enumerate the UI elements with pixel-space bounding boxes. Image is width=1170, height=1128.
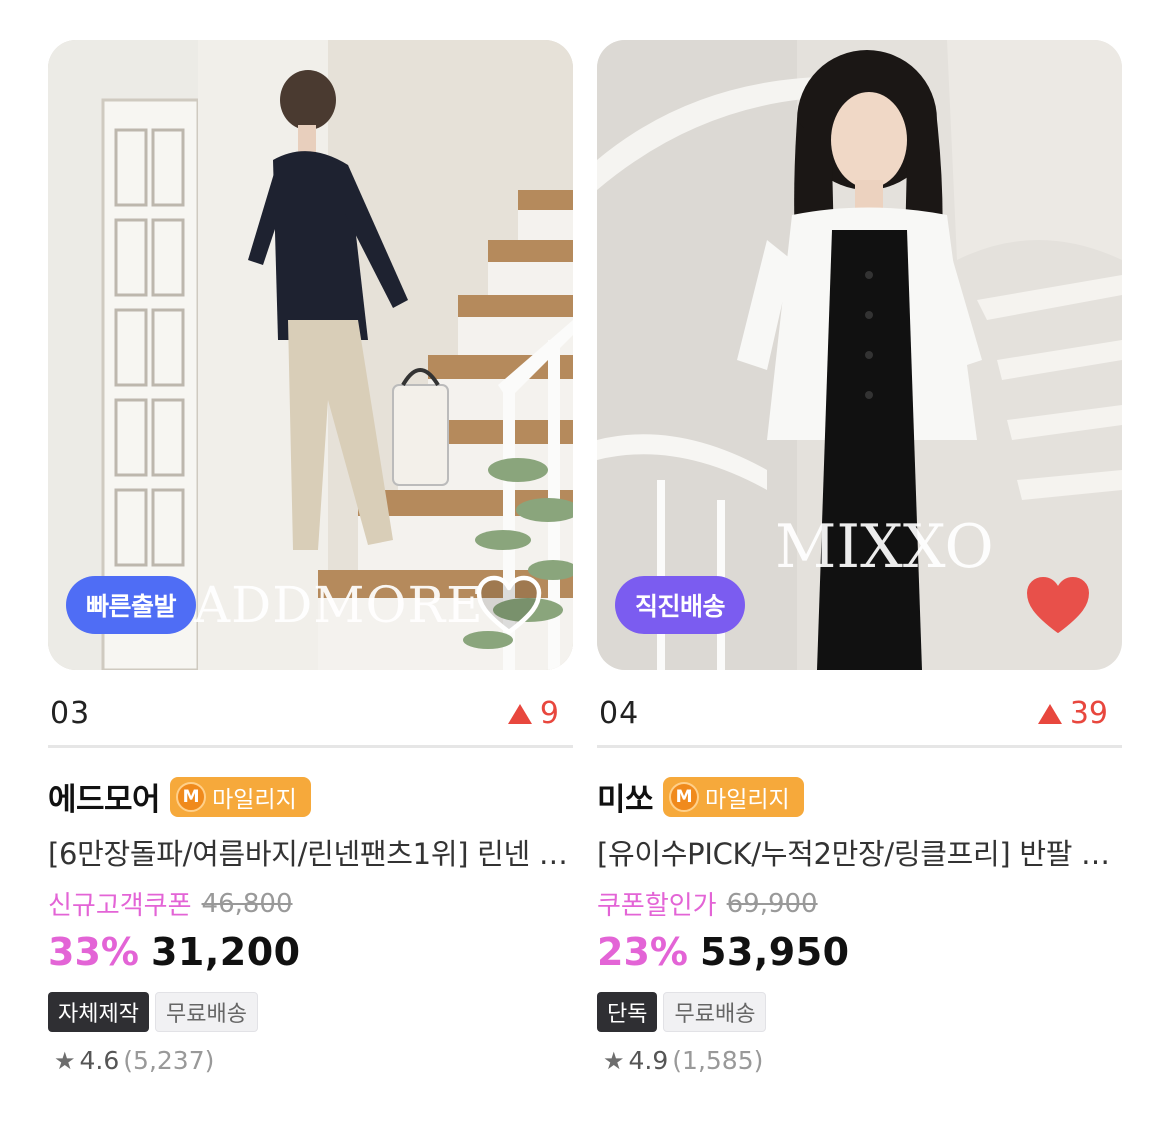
original-price: 69,900 — [726, 888, 818, 919]
mileage-label: 마일리지 — [212, 786, 297, 813]
mileage-badge: M 마일리지 — [663, 776, 804, 817]
final-price: 53,950 — [699, 930, 850, 974]
rank-change-value: 39 — [1069, 696, 1108, 731]
star-icon: ★ — [54, 1046, 76, 1075]
star-icon: ★ — [603, 1046, 625, 1075]
product-card-2[interactable]: MIXXO 직진배송 04 39 미쏘 M 마일리지 [유이수PICK/누적2만… — [597, 40, 1122, 1100]
direct-shipping-badge: 직진배송 — [615, 576, 746, 634]
rating-value: 4.6 — [79, 1046, 120, 1075]
brand-name[interactable]: 미쏘 — [597, 774, 654, 819]
brand-row: 미쏘 M 마일리지 — [597, 774, 1122, 819]
final-price: 31,200 — [150, 930, 301, 974]
triangle-up-icon — [507, 703, 532, 724]
rank-number: 03 — [50, 696, 91, 731]
rank-change-value: 9 — [539, 696, 559, 731]
coupon-label: 쿠폰할인가 — [597, 891, 717, 921]
brand-watermark: MIXXO — [775, 512, 994, 582]
rank-change: 39 — [1037, 696, 1108, 731]
product-image[interactable]: ADDMORE 빠른출발 — [48, 40, 573, 670]
price-row: 23% 53,950 — [597, 930, 1122, 974]
price-row: 33% 31,200 — [48, 930, 573, 974]
coupon-row: 신규고객쿠폰 46,800 — [48, 885, 573, 922]
review-count: (1,585) — [672, 1046, 764, 1075]
rank-row: 04 39 — [597, 670, 1122, 748]
brand-row: 에드모어 M 마일리지 — [48, 774, 573, 819]
tag-list: 자체제작 무료배송 — [48, 992, 573, 1032]
mileage-coin-icon: M — [176, 781, 207, 812]
heart-icon[interactable] — [475, 574, 543, 636]
tag-self-made: 자체제작 — [48, 992, 149, 1032]
rank-number: 04 — [599, 696, 640, 731]
tag-free-shipping: 무료배송 — [663, 992, 767, 1032]
brand-name[interactable]: 에드모어 — [48, 774, 161, 819]
review-count: (5,237) — [123, 1046, 215, 1075]
brand-watermark: ADDMORE — [194, 576, 484, 634]
mileage-badge: M 마일리지 — [170, 776, 311, 817]
rank-row: 03 9 — [48, 670, 573, 748]
discount-rate: 33% — [48, 930, 139, 974]
product-image[interactable]: MIXXO 직진배송 — [597, 40, 1122, 670]
rank-change: 9 — [507, 696, 559, 731]
product-title[interactable]: [유이수PICK/누적2만장/링클프리] 반팔 크롭 자켓 — [597, 831, 1122, 873]
mileage-label: 마일리지 — [705, 786, 790, 813]
tag-list: 단독 무료배송 — [597, 992, 1122, 1032]
original-price: 46,800 — [201, 888, 293, 919]
fast-shipping-badge: 빠른출발 — [66, 576, 197, 634]
product-grid: ADDMORE 빠른출발 03 9 에드모어 M 마일리지 [6만장돌파/여름바… — [48, 40, 1122, 1100]
rating-row: ★ 4.6 (5,237) — [48, 1046, 573, 1075]
rating-value: 4.9 — [628, 1046, 669, 1075]
coupon-label: 신규고객쿠폰 — [48, 891, 192, 921]
tag-exclusive: 단독 — [597, 992, 658, 1032]
discount-rate: 23% — [597, 930, 688, 974]
product-card-1[interactable]: ADDMORE 빠른출발 03 9 에드모어 M 마일리지 [6만장돌파/여름바… — [48, 40, 573, 1100]
rating-row: ★ 4.9 (1,585) — [597, 1046, 1122, 1075]
heart-icon[interactable] — [1024, 574, 1092, 636]
triangle-up-icon — [1037, 703, 1062, 724]
product-title[interactable]: [6만장돌파/여름바지/린넨팬츠1위] 린넨 와이드 롱 팬츠 — [48, 831, 573, 873]
mileage-coin-icon: M — [669, 781, 700, 812]
coupon-row: 쿠폰할인가 69,900 — [597, 885, 1122, 922]
tag-free-shipping: 무료배송 — [154, 992, 258, 1032]
